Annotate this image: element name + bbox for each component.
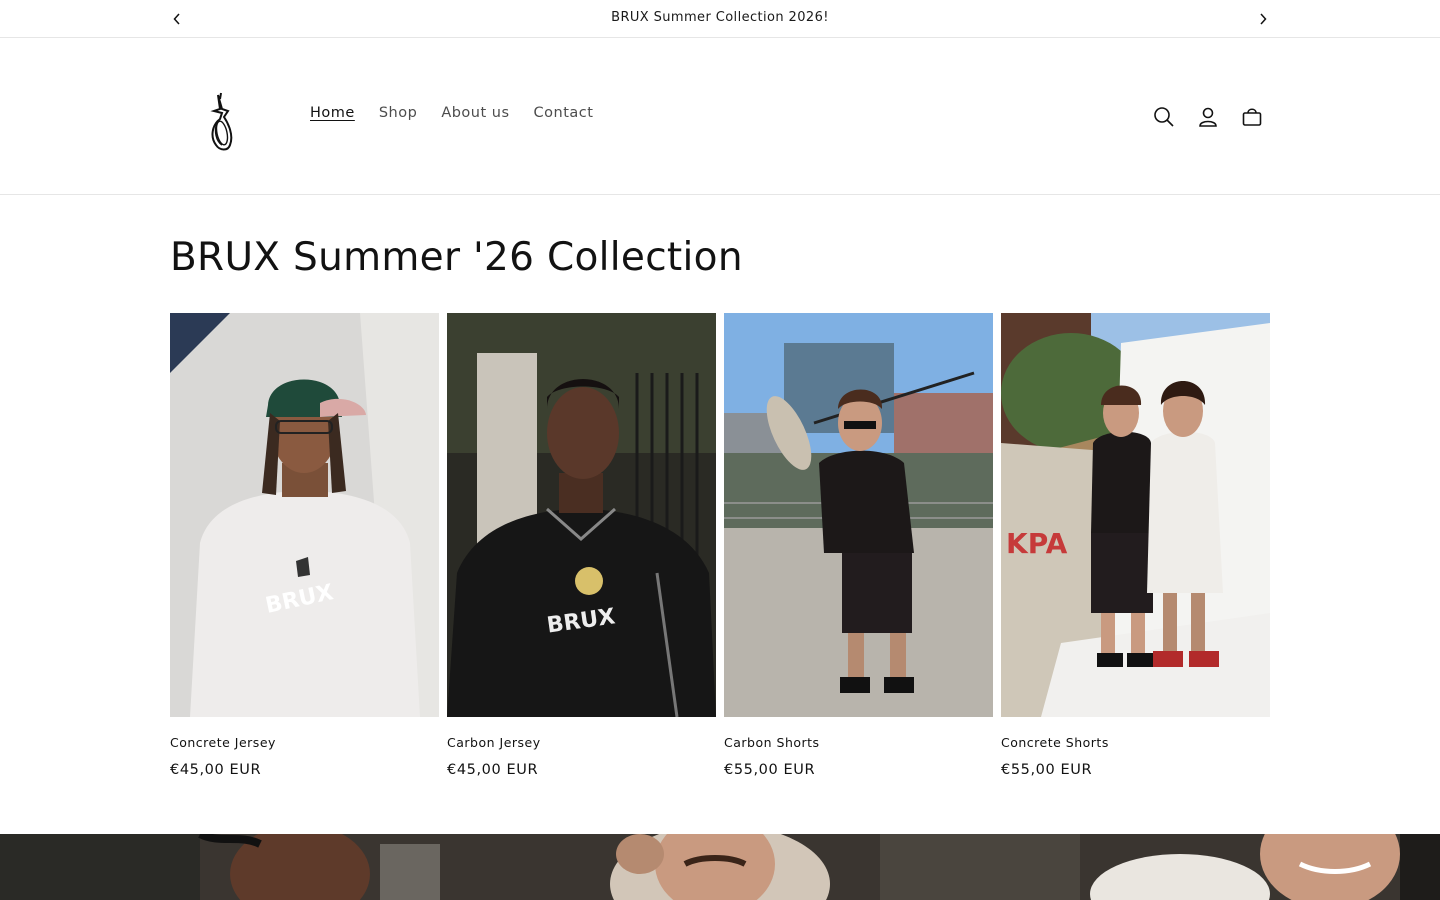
chevron-right-icon <box>1260 13 1267 25</box>
nav-contact[interactable]: Contact <box>522 101 606 125</box>
product-name[interactable]: Carbon Shorts <box>724 734 993 752</box>
account-icon <box>1199 107 1217 127</box>
header-icons <box>1142 95 1274 139</box>
site-header: Home Shop About us Contact <box>0 39 1440 195</box>
brux-logo[interactable] <box>200 89 250 155</box>
product-price: €55,00 EUR <box>724 762 816 778</box>
collection-title: BRUX Summer '26 Collection <box>170 235 743 280</box>
product-image[interactable]: BRUX <box>170 313 439 717</box>
hero-banner-image <box>0 834 1440 900</box>
product-price: €45,00 EUR <box>447 762 539 778</box>
search-icon <box>1154 107 1174 127</box>
product-grid: BRUX Concrete Jersey €45,00 EUR BRUX Car… <box>170 313 1270 780</box>
product-name[interactable]: Concrete Shorts <box>1001 734 1270 752</box>
announcement-message: BRUX Summer Collection 2026! <box>611 10 829 25</box>
product-card[interactable]: BRUX Carbon Jersey €45,00 EUR <box>447 313 716 780</box>
announcement-bar: BRUX Summer Collection 2026! <box>0 0 1440 38</box>
account-button[interactable] <box>1186 95 1230 139</box>
nav-about-us[interactable]: About us <box>429 101 521 125</box>
product-image[interactable]: KPA <box>1001 313 1270 717</box>
cart-icon <box>1242 108 1262 126</box>
product-name[interactable]: Carbon Jersey <box>447 734 716 752</box>
nav-shop[interactable]: Shop <box>367 101 429 125</box>
product-price: €45,00 EUR <box>170 762 262 778</box>
nav-home[interactable]: Home <box>298 101 367 125</box>
product-card[interactable]: BRUX Concrete Jersey €45,00 EUR <box>170 313 439 780</box>
main-nav: Home Shop About us Contact <box>298 101 605 125</box>
product-image[interactable] <box>724 313 993 717</box>
announcement-next-button[interactable] <box>1251 0 1275 38</box>
product-card[interactable]: Carbon Shorts €55,00 EUR <box>724 313 993 780</box>
product-price: €55,00 EUR <box>1001 762 1093 778</box>
product-card[interactable]: KPA Concrete Shorts €55,00 EUR <box>1001 313 1270 780</box>
search-button[interactable] <box>1142 95 1186 139</box>
svg-text:KPA: KPA <box>1006 527 1068 560</box>
product-image[interactable]: BRUX <box>447 313 716 717</box>
product-name[interactable]: Concrete Jersey <box>170 734 439 752</box>
cart-button[interactable] <box>1230 95 1274 139</box>
